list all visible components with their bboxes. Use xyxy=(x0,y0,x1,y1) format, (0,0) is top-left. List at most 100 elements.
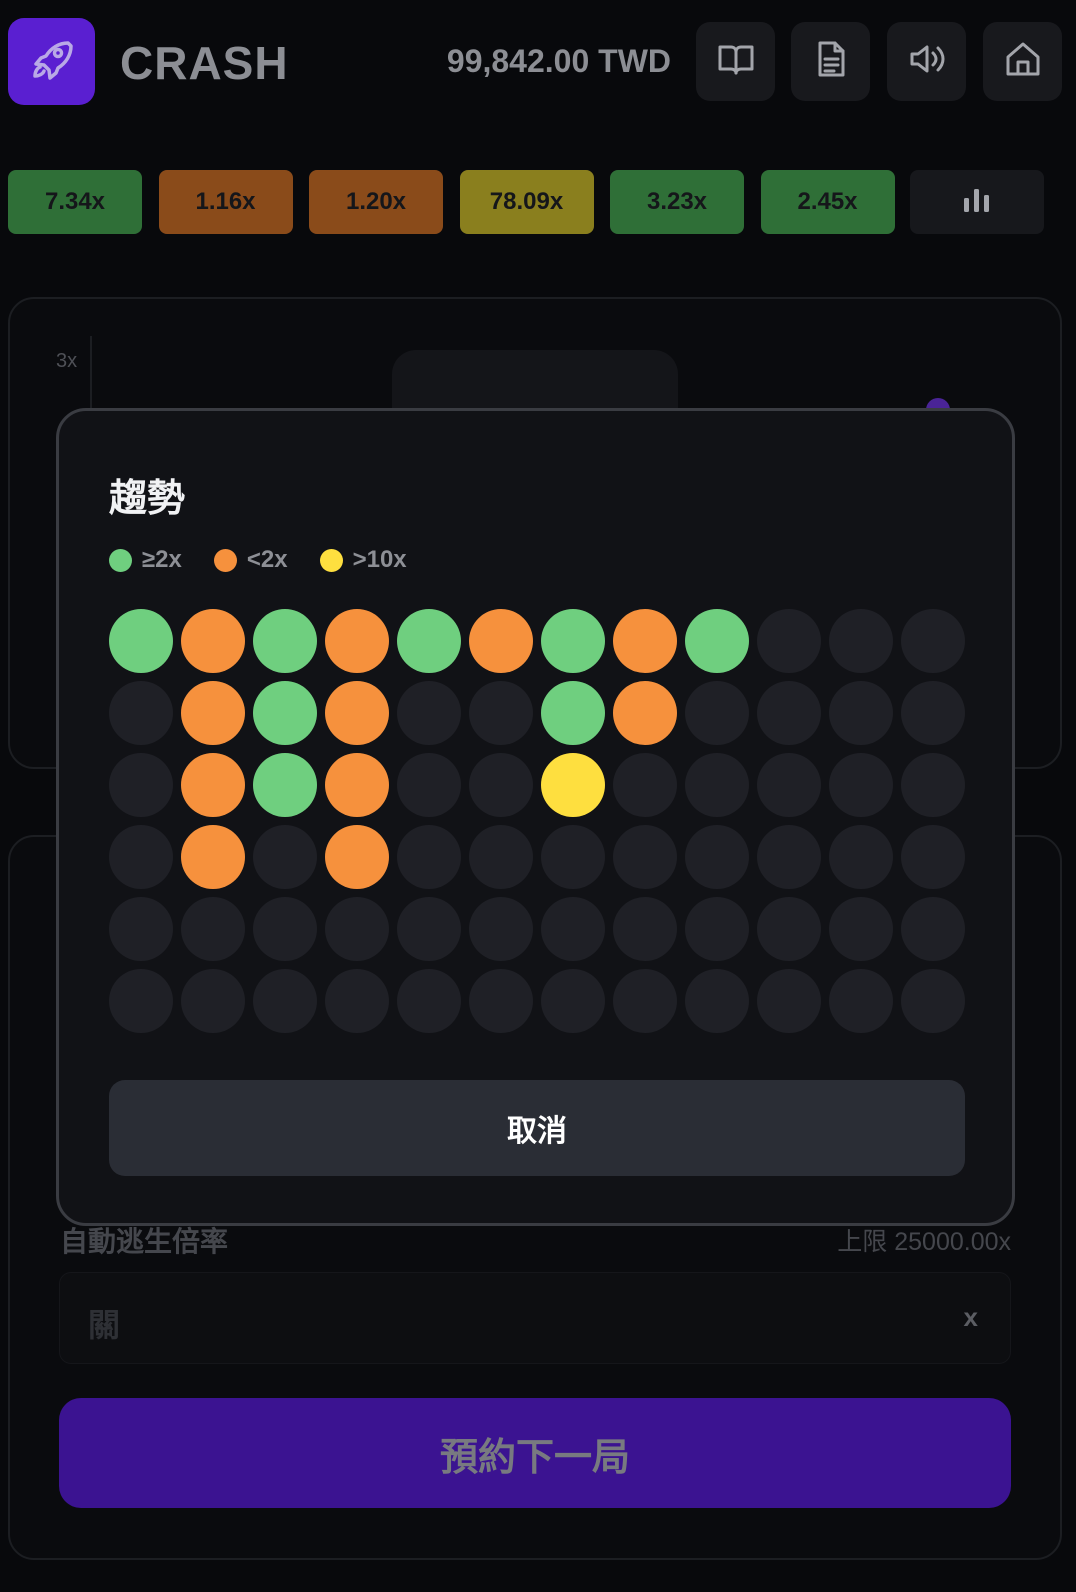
trend-dot-orange xyxy=(181,681,245,745)
trend-dot-empty xyxy=(829,825,893,889)
home-button[interactable] xyxy=(983,22,1062,101)
reserve-next-round-button[interactable]: 預約下一局 xyxy=(59,1398,1011,1508)
legend-label: ≥2x xyxy=(142,546,182,573)
cancel-button[interactable]: 取消 xyxy=(109,1080,965,1176)
trend-dot-empty xyxy=(901,969,965,1033)
trend-dot-empty xyxy=(901,609,965,673)
trend-dot-empty xyxy=(757,681,821,745)
trend-dot-empty xyxy=(685,681,749,745)
trend-dot-empty xyxy=(253,897,317,961)
trend-dot-yellow xyxy=(541,753,605,817)
history-chip: 3.23x xyxy=(610,170,744,234)
legend-item-lt2x: <2x xyxy=(213,546,288,574)
auto-cashout-value: 關 xyxy=(88,1307,121,1343)
trend-dot-empty xyxy=(685,753,749,817)
trend-dot-empty xyxy=(901,825,965,889)
trend-dot-green xyxy=(685,609,749,673)
trend-dot-empty xyxy=(541,825,605,889)
trend-dot-empty xyxy=(901,681,965,745)
trend-dot-orange xyxy=(181,753,245,817)
trend-dot-empty xyxy=(469,681,533,745)
trend-dot-empty xyxy=(685,897,749,961)
trend-dot-empty xyxy=(829,969,893,1033)
trend-dot-empty xyxy=(325,897,389,961)
trend-dot-empty xyxy=(685,969,749,1033)
trend-dot-empty xyxy=(613,825,677,889)
trend-dot-orange xyxy=(469,609,533,673)
trend-dot-empty xyxy=(757,609,821,673)
trend-dot-green xyxy=(397,609,461,673)
trend-dot-empty xyxy=(469,753,533,817)
home-icon xyxy=(1003,39,1043,84)
trend-modal: 趨勢 ≥2x <2x >10x 取消 xyxy=(56,408,1015,1226)
legend-dot xyxy=(213,548,237,572)
trend-dot-empty xyxy=(397,897,461,961)
history-chip: 7.34x xyxy=(8,170,142,234)
trend-dot-empty xyxy=(757,969,821,1033)
trend-dot-empty xyxy=(325,969,389,1033)
modal-title: 趨勢 xyxy=(109,478,186,520)
trend-dot-empty xyxy=(901,897,965,961)
trend-dot-empty xyxy=(757,825,821,889)
trend-dot-empty xyxy=(109,897,173,961)
auto-cashout-limit: 上限 25000.00x xyxy=(837,1228,1011,1256)
auto-cashout-suffix: x xyxy=(963,1302,978,1332)
history-button[interactable] xyxy=(791,22,870,101)
balance: 99,842.00 TWD xyxy=(446,43,671,79)
trend-dot-empty xyxy=(541,897,605,961)
trend-dot-orange xyxy=(181,609,245,673)
rules-button[interactable] xyxy=(696,22,775,101)
trend-dot-empty xyxy=(613,753,677,817)
trend-dot-empty xyxy=(469,897,533,961)
trend-dot-empty xyxy=(181,969,245,1033)
trend-dot-empty xyxy=(109,825,173,889)
trend-dot-orange xyxy=(613,681,677,745)
trend-dot-empty xyxy=(109,969,173,1033)
trend-dot-empty xyxy=(253,825,317,889)
trend-dot-green xyxy=(253,681,317,745)
sound-button[interactable] xyxy=(887,22,966,101)
trend-dot-orange xyxy=(325,609,389,673)
trend-dot-green xyxy=(253,753,317,817)
trend-dot-orange xyxy=(325,681,389,745)
history-chip: 2.45x xyxy=(760,170,895,234)
trend-dot-empty xyxy=(397,969,461,1033)
trend-dot-orange xyxy=(325,753,389,817)
legend-item-gt10x: >10x xyxy=(319,546,407,574)
history-chip: 78.09x xyxy=(459,170,594,234)
trend-dot-orange xyxy=(181,825,245,889)
auto-cashout-input[interactable] xyxy=(59,1272,1011,1364)
trend-dot-empty xyxy=(613,897,677,961)
trend-dot-empty xyxy=(829,897,893,961)
legend-label: >10x xyxy=(352,546,407,573)
trend-dot-empty xyxy=(829,609,893,673)
trend-dot-empty xyxy=(253,969,317,1033)
legend-item-ge2x: ≥2x xyxy=(109,546,182,574)
legend-dot xyxy=(109,548,132,572)
trend-dot-empty xyxy=(469,969,533,1033)
trend-dot-empty xyxy=(829,681,893,745)
trend-dot-empty xyxy=(901,753,965,817)
volume-icon xyxy=(907,39,947,84)
y-axis-label: 3x xyxy=(56,350,78,372)
document-icon xyxy=(811,39,851,84)
trend-dot-empty xyxy=(109,753,173,817)
trend-dot-empty xyxy=(541,969,605,1033)
history-chip: 1.16x xyxy=(158,170,293,234)
trend-dot-green xyxy=(541,681,605,745)
legend-label: <2x xyxy=(246,546,288,573)
bar-chart-icon xyxy=(962,186,992,219)
trend-dot-empty xyxy=(397,681,461,745)
trend-dot-orange xyxy=(325,825,389,889)
stats-button[interactable] xyxy=(910,170,1044,234)
trend-dot-green xyxy=(109,609,173,673)
app-title: CRASH xyxy=(120,37,289,89)
trend-dot-empty xyxy=(397,825,461,889)
trend-dot-empty xyxy=(613,969,677,1033)
book-icon xyxy=(716,39,756,84)
header: CRASH 99,842.00 TWD xyxy=(0,0,1076,130)
trend-dot-empty xyxy=(469,825,533,889)
trend-dot-empty xyxy=(181,897,245,961)
history-chip: 1.20x xyxy=(309,170,443,234)
trend-dot-empty xyxy=(757,897,821,961)
